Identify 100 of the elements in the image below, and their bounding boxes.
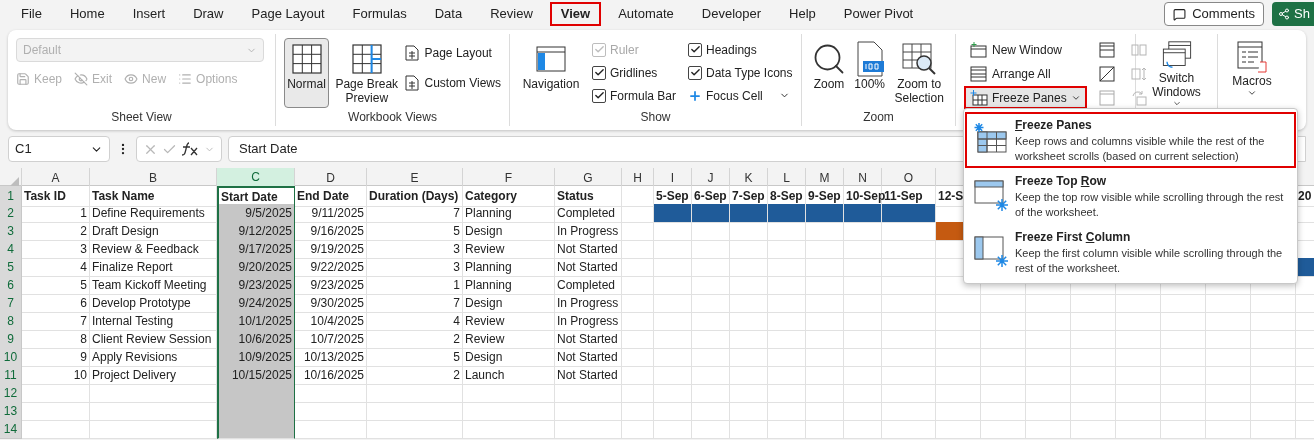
cell: 6 xyxy=(22,294,90,313)
eye-icon xyxy=(124,72,139,86)
cell xyxy=(768,384,806,403)
column-header[interactable]: E xyxy=(367,168,463,188)
cell xyxy=(844,402,882,421)
window-button[interactable]: Arrange All xyxy=(964,62,1087,85)
navigation-button[interactable]: Navigation xyxy=(518,38,584,108)
cell: 5 xyxy=(367,348,463,367)
window-button[interactable]: Freeze Panes xyxy=(964,86,1087,109)
checkbox[interactable] xyxy=(592,88,606,103)
checkbox[interactable] xyxy=(688,65,703,80)
cell xyxy=(936,420,981,439)
column-header[interactable]: F xyxy=(463,168,555,188)
column-header[interactable]: G xyxy=(555,168,622,188)
cell xyxy=(654,240,692,259)
column-header[interactable]: D xyxy=(295,168,367,188)
zoom-button[interactable]: 100% xyxy=(852,38,888,108)
cell xyxy=(882,366,936,385)
ribbon-tab[interactable]: View xyxy=(549,2,602,26)
menu-item[interactable]: Freeze First Column Keep the first column visible while scrolling through the rest of the worksheet. xyxy=(965,224,1296,280)
cell xyxy=(555,384,622,403)
cell xyxy=(622,312,654,331)
column-header[interactable]: J xyxy=(692,168,730,188)
group-label: Sheet View xyxy=(111,109,172,126)
ribbon-tab[interactable]: Data xyxy=(423,2,474,26)
view-button[interactable]: Page Break Preview xyxy=(333,38,401,108)
cell xyxy=(1071,402,1116,421)
ribbon-tab[interactable]: File xyxy=(10,2,53,26)
column-header[interactable]: H xyxy=(622,168,654,188)
page-grid-icon xyxy=(350,43,383,75)
ribbon-tab[interactable]: Help xyxy=(778,2,827,26)
cell: 10/4/2025 xyxy=(295,312,367,331)
name-box[interactable]: C1 xyxy=(8,136,110,162)
cell xyxy=(730,240,768,259)
cell: 7 xyxy=(22,312,90,331)
column-header[interactable]: L xyxy=(768,168,806,188)
ribbon-tab[interactable]: Automate xyxy=(607,2,685,26)
ribbon-tab[interactable]: Power Pivot xyxy=(832,2,925,26)
view-button[interactable]: Custom Views xyxy=(404,72,501,94)
ribbon-tab[interactable]: Insert xyxy=(121,2,177,26)
cell xyxy=(1116,384,1161,403)
checkbox[interactable] xyxy=(592,65,606,80)
ribbon-tab[interactable]: Home xyxy=(58,2,116,26)
cell xyxy=(692,240,730,259)
view-button[interactable]: Normal xyxy=(284,38,330,108)
cell xyxy=(768,240,806,259)
checkbox[interactable] xyxy=(688,42,703,57)
column-header[interactable]: N xyxy=(844,168,882,188)
column-header[interactable]: O xyxy=(882,168,936,188)
macros-button[interactable]: Macros xyxy=(1226,38,1278,108)
cell: 3 xyxy=(22,240,90,259)
comments-button[interactable]: Comments xyxy=(1164,2,1265,26)
cell xyxy=(295,402,367,421)
cell xyxy=(1026,348,1071,367)
cell xyxy=(1206,312,1251,331)
cell xyxy=(654,384,692,403)
share-button[interactable]: Sh xyxy=(1272,2,1314,26)
cell xyxy=(1161,294,1206,313)
column-header[interactable]: K xyxy=(730,168,768,188)
column-header[interactable]: C xyxy=(217,168,295,188)
cell xyxy=(654,294,692,313)
group-label: Workbook Views xyxy=(348,109,437,126)
cell xyxy=(295,420,367,439)
slashed-window-icon[interactable] xyxy=(1098,66,1115,82)
cell xyxy=(981,384,1026,403)
menu-item-description: Keep rows and columns visible while the rest of the worksheet scrolls (based on current selection) xyxy=(1015,134,1266,164)
cell: Not Started xyxy=(555,330,622,349)
cell xyxy=(768,294,806,313)
cell xyxy=(806,384,844,403)
cell xyxy=(622,402,654,421)
menu-item[interactable]: Freeze Panes Keep rows and columns visible while the rest of the worksheet scrolls (based on current selection) xyxy=(965,112,1296,168)
switch-windows-button[interactable]: Switch Windows xyxy=(1144,38,1209,108)
column-header[interactable]: I xyxy=(654,168,692,188)
cell xyxy=(622,222,654,241)
cell xyxy=(1251,420,1296,439)
stacked-windows-icon xyxy=(970,65,988,82)
view-button[interactable]: Page Layout xyxy=(404,42,501,64)
column-header[interactable]: M xyxy=(806,168,844,188)
save-icon xyxy=(16,72,30,86)
checkbox-label: Data Type Icons xyxy=(706,64,793,82)
cell xyxy=(936,384,981,403)
ribbon-tab[interactable]: Review xyxy=(479,2,544,26)
cell xyxy=(936,312,981,331)
ribbon-tab[interactable]: Draw xyxy=(182,2,235,26)
ribbon-tab[interactable]: Page Layout xyxy=(240,2,336,26)
ribbon-tab[interactable]: Developer xyxy=(690,2,773,26)
focus-cell-button[interactable]: Focus Cell xyxy=(688,84,793,107)
zoom-button[interactable]: Zoom xyxy=(810,38,848,108)
cell xyxy=(692,402,730,421)
chevron-down-icon xyxy=(1247,88,1257,98)
row-header[interactable]: 14 xyxy=(0,420,22,439)
ribbon-tab[interactable]: Formulas xyxy=(341,2,418,26)
split-window-icon[interactable] xyxy=(1098,42,1115,58)
cell xyxy=(555,420,622,439)
cell xyxy=(1116,402,1161,421)
window-button[interactable]: New Window xyxy=(964,38,1087,61)
cell: 3 xyxy=(367,240,463,259)
zoom-button[interactable]: Zoom to Selection xyxy=(891,38,947,108)
group-label: Zoom xyxy=(863,109,894,126)
grid-icon xyxy=(290,43,323,75)
